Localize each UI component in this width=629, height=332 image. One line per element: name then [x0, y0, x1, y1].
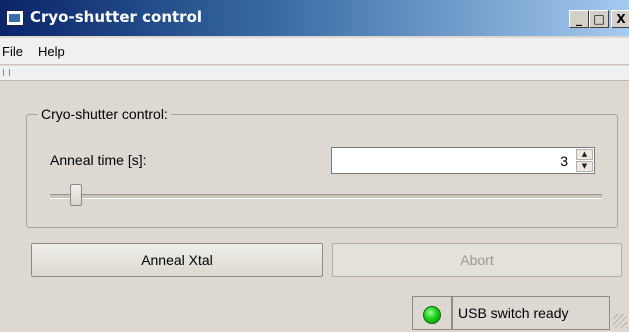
- anneal-xtal-button[interactable]: Anneal Xtal: [31, 243, 323, 277]
- toolbar: [0, 66, 629, 81]
- title-bar[interactable]: Cryo-shutter control _ □ X: [0, 0, 629, 36]
- anneal-time-label: Anneal time [s]:: [50, 152, 147, 168]
- menu-file[interactable]: File: [2, 44, 23, 59]
- menu-bar: File Help: [0, 38, 629, 65]
- spin-up-icon[interactable]: ▲: [576, 149, 593, 160]
- status-frame: USB switch ready: [452, 296, 610, 330]
- slider-handle[interactable]: [70, 184, 82, 206]
- status-led-icon: [423, 306, 441, 324]
- anneal-time-spinbox[interactable]: 3 ▲ ▼: [331, 147, 595, 174]
- toolbar-handle-icon[interactable]: [3, 69, 10, 76]
- status-text: USB switch ready: [458, 305, 569, 321]
- status-led-frame: [412, 296, 452, 330]
- anneal-time-slider[interactable]: [50, 194, 602, 199]
- spin-down-icon[interactable]: ▼: [576, 161, 593, 172]
- close-button[interactable]: X: [611, 10, 629, 28]
- minimize-button[interactable]: _: [569, 10, 589, 28]
- size-grip-icon[interactable]: [613, 314, 627, 328]
- menu-help[interactable]: Help: [38, 44, 65, 59]
- app-icon: [6, 10, 24, 26]
- spin-buttons: ▲ ▼: [576, 149, 593, 172]
- group-title: Cryo-shutter control:: [38, 106, 171, 122]
- anneal-time-value[interactable]: 3: [560, 153, 568, 169]
- window-title: Cryo-shutter control: [30, 8, 203, 26]
- maximize-button[interactable]: □: [589, 10, 609, 28]
- abort-button[interactable]: Abort: [332, 243, 622, 277]
